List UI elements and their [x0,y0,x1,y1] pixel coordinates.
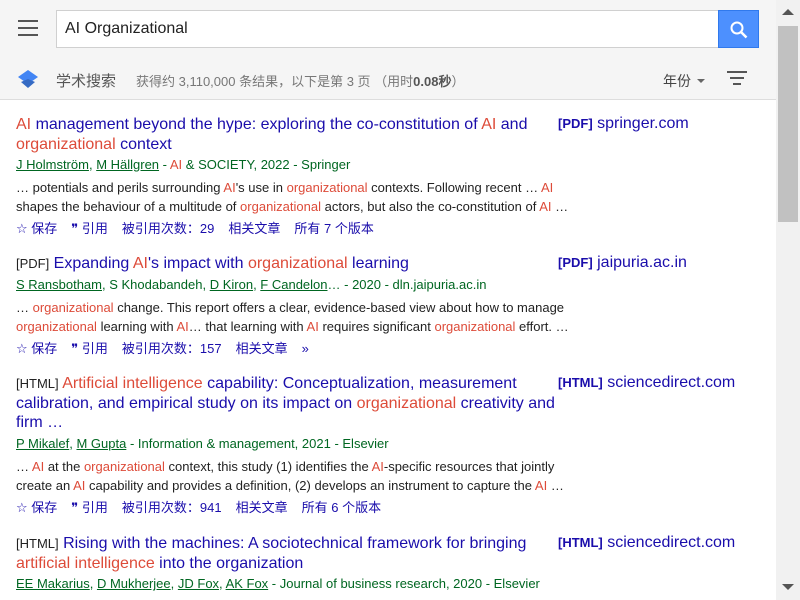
save-button[interactable]: ☆ 保存 [16,220,57,238]
result-authors[interactable]: J Holmström, M Hällgren - AI & SOCIETY, … [16,156,756,174]
format-tag: [HTML] [16,536,59,551]
related-articles-link[interactable]: 相关文章 [228,220,280,238]
result-item: [HTML] Artificial intelligence capabilit… [16,374,756,517]
cited-by-link[interactable]: 被引用次数：157 [122,340,222,358]
related-articles-link[interactable]: 相关文章 [236,340,288,358]
fulltext-link[interactable]: [HTML] sciencedirect.com [558,374,735,392]
fulltext-link[interactable]: [PDF] jaipuria.ac.in [558,254,687,272]
result-authors[interactable]: S Ransbotham, S Khodabandeh, D Kiron, F … [16,276,756,294]
result-stats: 获得约 3,110,000 条结果，以下是第 3 页 （用时0.08秒） [136,74,465,89]
fulltext-domain: sciencedirect.com [602,374,736,391]
top-header: AI Organizational [0,0,776,58]
save-button[interactable]: ☆ 保存 [16,340,57,358]
result-authors[interactable]: EE Makarius, D Mukherjee, JD Fox, AK Fox… [16,575,756,593]
result-item: [HTML] Rising with the machines: A socio… [16,534,756,593]
result-title-link[interactable]: [HTML] Rising with the machines: A socio… [16,534,556,573]
scholar-logo-icon[interactable] [17,69,39,89]
result-snippet: … AI at the organizational context, this… [16,458,564,493]
caret-down-icon [697,79,705,83]
search-button[interactable] [718,10,759,48]
fulltext-domain: springer.com [592,115,689,132]
related-articles-link[interactable]: 相关文章 [236,499,288,517]
format-tag: [PDF] [16,256,50,271]
fulltext-domain: jaipuria.ac.in [592,254,687,271]
fulltext-format-tag: [HTML] [558,535,603,550]
results-list: AI management beyond the hype: exploring… [0,100,776,600]
fulltext-link[interactable]: [HTML] sciencedirect.com [558,534,735,552]
result-actions: ☆ 保存 ❞ 引用 被引用次数：29 相关文章 所有 7 个版本 [16,220,756,238]
result-title-link[interactable]: [PDF] Expanding AI's impact with organiz… [16,254,556,274]
cited-by-link[interactable]: 被引用次数：941 [122,499,222,517]
versions-link[interactable]: 所有 6 个版本 [302,499,381,517]
result-actions: ☆ 保存 ❞ 引用 被引用次数：157 相关文章 » [16,340,756,358]
more-actions-icon[interactable]: » [302,340,309,358]
result-title-link[interactable]: [HTML] Artificial intelligence capabilit… [16,374,556,433]
result-title-link[interactable]: AI management beyond the hype: exploring… [16,115,556,154]
versions-link[interactable]: 所有 7 个版本 [294,220,373,238]
scroll-thumb[interactable] [778,26,798,222]
cite-button[interactable]: ❞ 引用 [71,340,108,358]
scroll-down-arrow-icon[interactable] [782,584,794,590]
fulltext-format-tag: [PDF] [558,116,593,131]
fulltext-format-tag: [HTML] [558,375,603,390]
result-authors[interactable]: P Mikalef, M Gupta - Information & manag… [16,435,756,453]
hamburger-menu-icon[interactable] [18,20,38,36]
fulltext-domain: sciencedirect.com [602,534,736,551]
year-filter-dropdown[interactable]: 年份 [663,71,705,91]
result-snippet: … organizational change. This report off… [16,299,569,334]
result-item: AI management beyond the hype: exploring… [16,115,756,238]
vertical-scrollbar[interactable] [776,0,800,600]
fulltext-format-tag: [PDF] [558,255,593,270]
filter-lines-icon[interactable] [727,71,747,85]
result-actions: ☆ 保存 ❞ 引用 被引用次数：941 相关文章 所有 6 个版本 [16,499,756,517]
sub-toolbar: 学术搜索 获得约 3,110,000 条结果，以下是第 3 页 （用时0.08秒… [0,58,776,100]
fulltext-link[interactable]: [PDF] springer.com [558,115,689,133]
cite-button[interactable]: ❞ 引用 [71,220,108,238]
result-snippet: … potentials and perils surrounding AI's… [16,180,569,214]
format-tag: [HTML] [16,376,59,391]
cite-button[interactable]: ❞ 引用 [71,499,108,517]
search-input[interactable]: AI Organizational [56,10,719,48]
save-button[interactable]: ☆ 保存 [16,499,57,517]
scroll-up-arrow-icon[interactable] [782,9,794,15]
cited-by-link[interactable]: 被引用次数：29 [122,220,214,238]
result-item: [PDF] Expanding AI's impact with organiz… [16,254,756,358]
brand-label[interactable]: 学术搜索 [56,70,116,91]
search-icon [730,21,748,39]
